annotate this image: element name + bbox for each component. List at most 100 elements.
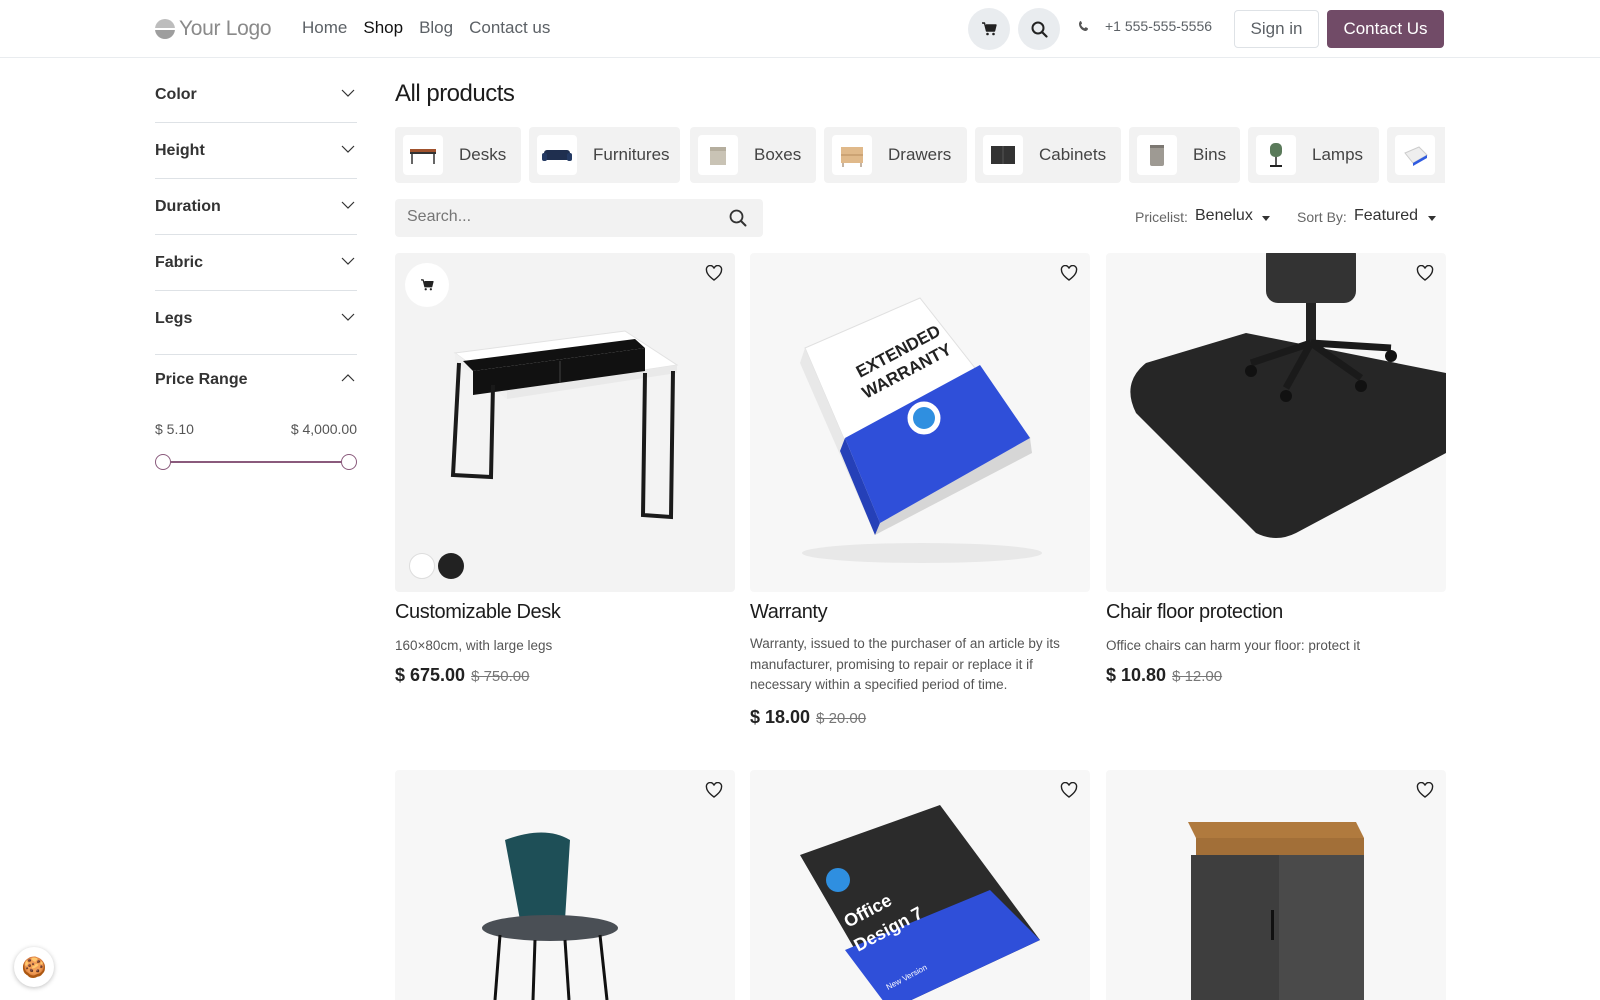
search-input[interactable] [407,208,707,226]
product-image-floor-protection[interactable] [1106,253,1446,592]
category-furnitures[interactable]: Furnitures [529,127,680,183]
cart-button[interactable] [968,8,1010,50]
pricelist-dropdown[interactable]: Benelux [1195,207,1253,225]
product-description: Warranty, issued to the purchaser of an … [750,636,1060,692]
cart-icon [421,279,434,291]
product-price: $ 18.00 $ 20.00 [750,707,866,728]
main-nav: Home Shop Blog Contact us [302,18,550,38]
category-label: Bins [1193,145,1227,164]
bin-thumb-icon [1137,135,1177,175]
pricelist-label: Pricelist: [1135,209,1188,225]
product-image-office-design[interactable]: Office Design 7 New Version [750,770,1090,1000]
filter-height[interactable]: Height [155,142,357,179]
current-price: $ 18.00 [750,707,811,727]
add-to-cart-button[interactable] [405,263,449,307]
current-price: $ 675.00 [395,665,466,685]
wishlist-heart-icon[interactable] [705,265,723,281]
category-label: Cabinets [1039,145,1107,164]
category-cabinets[interactable]: Cabinets [975,127,1121,183]
price-slider-max-handle[interactable] [341,454,357,470]
category-label: Lamps [1312,145,1364,164]
color-swatch-black[interactable] [438,553,464,579]
nav-shop[interactable]: Shop [363,18,403,38]
wishlist-heart-icon[interactable] [1416,782,1434,798]
signin-button[interactable]: Sign in [1234,10,1319,48]
cabinet-illustration [1188,822,1364,1000]
product-name[interactable]: Chair floor protection [1106,601,1283,624]
nav-contact[interactable]: Contact us [469,18,550,38]
cabinet-thumb-icon [983,135,1023,175]
wishlist-heart-icon[interactable] [1416,265,1434,281]
price-slider-min-handle[interactable] [155,454,171,470]
category-software[interactable] [1387,127,1445,183]
cookie-icon: 🍪 [21,956,47,979]
chevron-down-icon [341,201,355,209]
product-image-warranty[interactable]: EXTENDED WARRANTY [750,253,1090,592]
category-carousel: Desks Furnitures Boxes Drawers Cabinets … [395,127,1445,183]
sortby-label: Sort By: [1297,209,1347,225]
filter-color[interactable]: Color [155,86,357,123]
box-thumb-icon [698,135,738,175]
current-price: $ 10.80 [1106,665,1167,685]
search-icon[interactable] [729,209,747,227]
product-image-desk[interactable] [395,253,735,592]
lamp-thumb-icon [1256,135,1296,175]
category-drawers[interactable]: Drawers [824,127,967,183]
price-min-label: $ 5.10 [155,421,194,437]
filter-price-range[interactable]: Price Range [155,371,357,401]
product-description: Office chairs can harm your floor: prote… [1106,638,1361,653]
warranty-box-illustration: EXTENDED WARRANTY [800,297,1042,563]
product-name[interactable]: Customizable Desk [395,601,561,624]
category-bins[interactable]: Bins [1129,127,1240,183]
category-label: Boxes [754,145,802,164]
pricelist-caret-icon[interactable] [1262,216,1270,221]
chevron-down-icon [341,313,355,321]
search-toggle-button[interactable] [1018,8,1060,50]
sortby-dropdown[interactable]: Featured [1354,207,1418,225]
filter-title: Price Range [155,371,248,388]
product-image-chair[interactable] [395,770,735,1000]
cart-icon [982,22,997,36]
nav-blog[interactable]: Blog [419,18,453,38]
product-search [395,199,763,237]
software-box-illustration: Office Design 7 New Version [800,805,1040,1000]
filter-title: Duration [155,198,221,215]
product-price: $ 10.80 $ 12.00 [1106,665,1222,686]
product-name[interactable]: Warranty [750,601,828,624]
wishlist-heart-icon[interactable] [1060,265,1078,281]
product-image-cabinet[interactable] [1106,770,1446,1000]
filter-duration[interactable]: Duration [155,198,357,235]
contact-us-button[interactable]: Contact Us [1327,10,1444,48]
filter-title: Height [155,142,205,159]
nav-home[interactable]: Home [302,18,347,38]
cookie-settings-button[interactable]: 🍪 [14,947,54,987]
filter-fabric[interactable]: Fabric [155,254,357,291]
desk-illustration [450,330,679,520]
category-desks[interactable]: Desks [395,127,521,183]
sortby-caret-icon[interactable] [1428,216,1436,221]
category-lamps[interactable]: Lamps [1248,127,1379,183]
wishlist-heart-icon[interactable] [705,782,723,798]
filter-title: Fabric [155,254,204,271]
chevron-down-icon [341,145,355,153]
phone-link[interactable]: +1 555-555-5556 [1078,18,1212,34]
category-boxes[interactable]: Boxes [690,127,816,183]
chevron-up-icon [341,374,355,382]
product-description: 160×80cm, with large legs [395,638,553,653]
site-logo[interactable]: Your Logo [155,16,272,42]
drawer-thumb-icon [832,135,872,175]
filter-title: Legs [155,310,193,327]
category-label: Drawers [888,145,952,164]
old-price: $ 20.00 [816,710,867,727]
price-slider-track[interactable] [162,461,349,463]
old-price: $ 12.00 [1172,668,1223,685]
product-price: $ 675.00 $ 750.00 [395,665,529,686]
logo-icon [155,19,175,39]
filter-legs[interactable]: Legs [155,310,357,355]
chair-illustration [482,832,618,1000]
wishlist-heart-icon[interactable] [1060,782,1078,798]
color-swatch-white[interactable] [409,553,435,579]
chevron-down-icon [341,89,355,97]
old-price: $ 750.00 [471,668,530,685]
sofa-thumb-icon [537,135,577,175]
